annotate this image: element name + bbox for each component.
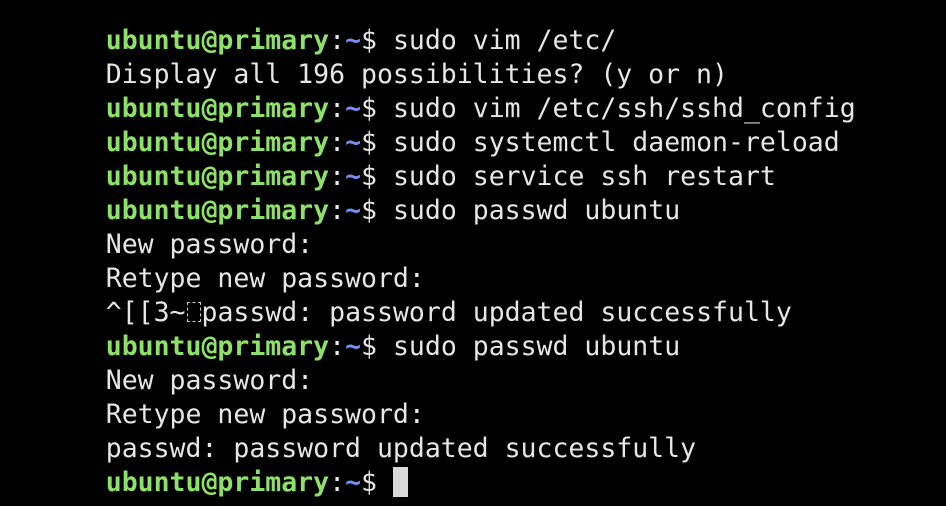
- prompt-user-host: ubuntu@primary: [105, 161, 330, 192]
- control-char-icon: [186, 301, 201, 322]
- output-text: New password:: [105, 229, 314, 260]
- prompt-symbol: $: [361, 127, 393, 158]
- prompt-colon: :: [329, 467, 346, 498]
- prompt-symbol: $: [361, 331, 393, 362]
- terminal-line-prompt: ubuntu@primary:~$ sudo vim /etc/: [10, 0, 946, 56]
- prompt-user-host: ubuntu@primary: [105, 195, 330, 226]
- command-text: sudo passwd ubuntu: [392, 195, 681, 226]
- output-text: passwd: password updated successfully: [201, 297, 792, 328]
- output-text: Retype new password:: [105, 399, 425, 430]
- escape-sequence-text: ^[[3~: [105, 297, 186, 328]
- prompt-symbol: $: [361, 195, 393, 226]
- prompt-colon: :: [329, 161, 346, 192]
- prompt-colon: :: [329, 25, 346, 56]
- command-text: sudo passwd ubuntu: [392, 331, 681, 362]
- prompt-user-host: ubuntu@primary: [105, 331, 330, 362]
- prompt-path: ~: [345, 331, 362, 362]
- prompt-user-host: ubuntu@primary: [105, 127, 330, 158]
- prompt-colon: :: [329, 127, 346, 158]
- command-text: sudo vim /etc/: [392, 25, 617, 56]
- output-text: Display all 196 possibilities? (y or n): [105, 59, 728, 90]
- output-text: New password:: [105, 365, 314, 396]
- prompt-path: ~: [345, 25, 362, 56]
- prompt-user-host: ubuntu@primary: [105, 25, 330, 56]
- prompt-path: ~: [345, 127, 362, 158]
- prompt-symbol: $: [361, 161, 393, 192]
- prompt-path: ~: [345, 195, 362, 226]
- prompt-symbol: $: [361, 25, 393, 56]
- command-text: sudo vim /etc/ssh/sshd_config: [392, 93, 856, 124]
- output-text: Retype new password:: [105, 263, 425, 294]
- prompt-symbol: $: [361, 93, 393, 124]
- command-text: sudo systemctl daemon-reload: [392, 127, 840, 158]
- prompt-colon: :: [329, 195, 346, 226]
- prompt-user-host: ubuntu@primary: [105, 467, 330, 498]
- text-cursor: [392, 466, 408, 497]
- prompt-path: ~: [345, 161, 362, 192]
- terminal-output: ubuntu@primary:~$ sudo vim /etc/ Display…: [10, 0, 946, 498]
- command-text: sudo service ssh restart: [392, 161, 776, 192]
- prompt-symbol: $: [361, 467, 393, 498]
- terminal-window[interactable]: ubuntu@primary:~$ sudo vim /etc/ Display…: [0, 0, 946, 506]
- prompt-colon: :: [329, 93, 346, 124]
- prompt-path: ~: [345, 467, 362, 498]
- prompt-path: ~: [345, 93, 362, 124]
- prompt-colon: :: [329, 331, 346, 362]
- output-text: passwd: password updated successfully: [105, 433, 697, 464]
- prompt-user-host: ubuntu@primary: [105, 93, 330, 124]
